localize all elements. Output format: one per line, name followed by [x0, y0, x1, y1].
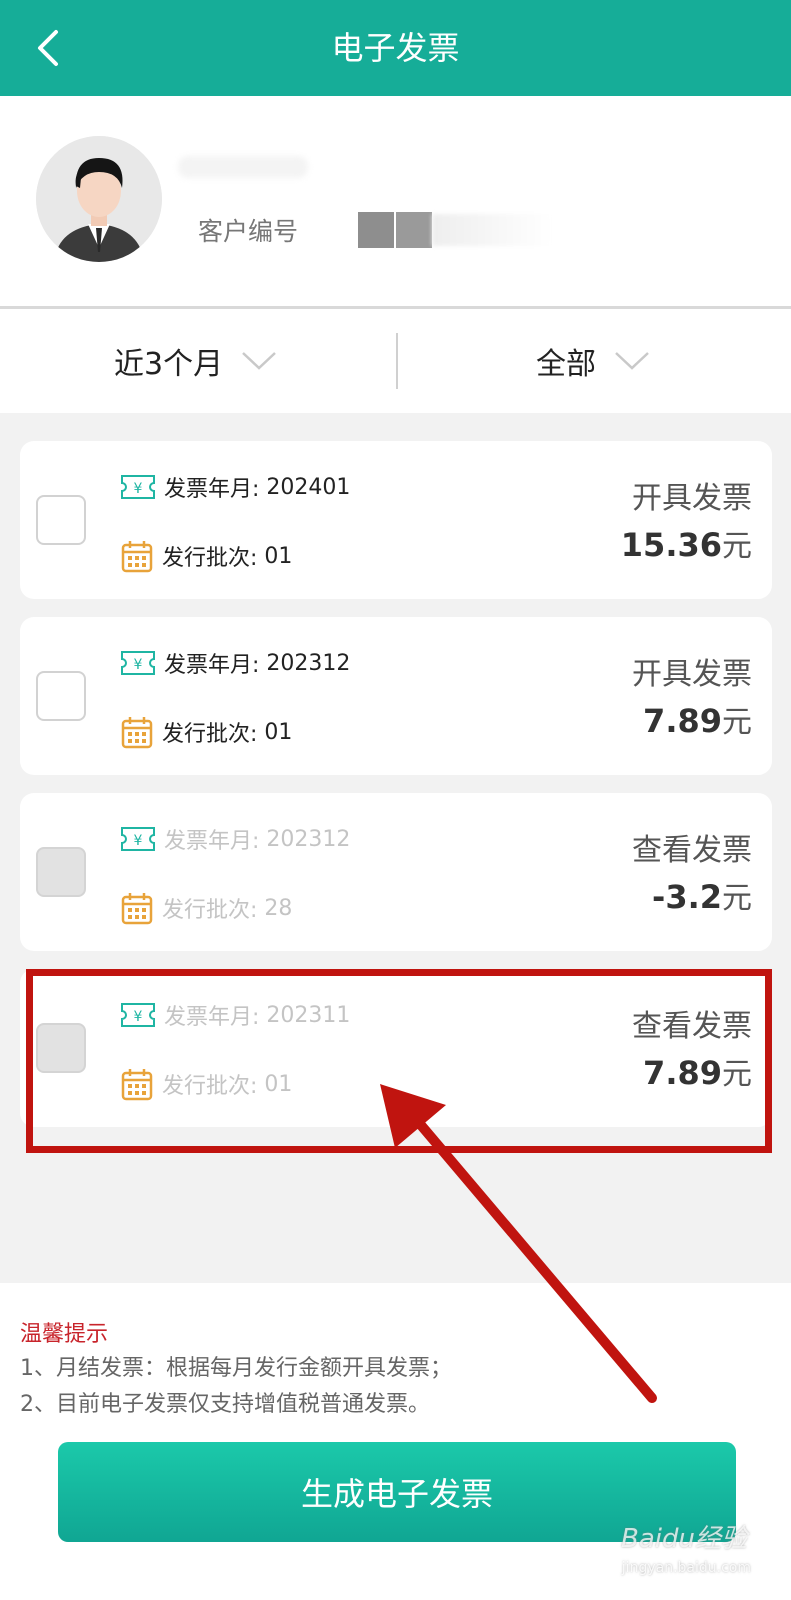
invoice-month-label: 发票年月: [164, 829, 260, 854]
top-bar: 电子发票 [0, 0, 791, 96]
amount-unit: 元 [722, 705, 752, 740]
period-filter[interactable]: 近3个月 [114, 309, 277, 413]
batch-value: 01 [264, 543, 293, 569]
invoice-amount: 7.89元 [643, 697, 752, 741]
status-filter-label: 全部 [536, 347, 596, 382]
invoice-card[interactable]: ¥ 发票年月: 202401 发行批次: 01 开具发票 15.36元 [20, 441, 772, 599]
page-title: 电子发票 [331, 29, 460, 67]
tip-line: 2、目前电子发票仅支持增值税普通发票。 [20, 1392, 430, 1417]
profile-section: 客户编号 [0, 96, 791, 308]
batch-value: 01 [264, 719, 293, 745]
issue-invoice-link[interactable]: 开具发票 [632, 649, 752, 693]
watermark-url: jingyan.baidu.com [621, 1560, 751, 1576]
highlight-box [26, 969, 772, 1153]
invoice-month-value: 202312 [266, 650, 351, 676]
batch-row: 发行批次: 01 [120, 539, 292, 573]
amount-unit: 元 [722, 529, 752, 564]
avatar [36, 136, 162, 262]
batch-label: 发行批次: [162, 546, 258, 571]
invoice-amount: 15.36元 [621, 521, 752, 565]
invoice-month-value: 202312 [266, 826, 351, 852]
customer-number-mosaic [358, 212, 432, 248]
calendar-icon [121, 541, 153, 573]
invoice-amount: -3.2元 [652, 873, 752, 917]
customer-number-label: 客户编号 [198, 217, 299, 246]
amount-value: -3.2 [652, 878, 722, 916]
batch-row: 发行批次: 01 [120, 715, 292, 749]
batch-row: 发行批次: 28 [120, 891, 292, 925]
invoice-month-row: ¥ 发票年月: 202312 [120, 647, 350, 679]
invoice-card[interactable]: ¥ 发票年月: 202312 发行批次: 28 查看发票 -3.2元 [20, 793, 772, 951]
invoice-card[interactable]: ¥ 发票年月: 202312 发行批次: 01 开具发票 7.89元 [20, 617, 772, 775]
amount-value: 7.89 [643, 702, 722, 740]
invoice-month-label: 发票年月: [164, 477, 260, 502]
issue-invoice-link[interactable]: 开具发票 [632, 473, 752, 517]
status-filter[interactable]: 全部 [536, 309, 650, 413]
invoice-month-row: ¥ 发票年月: 202401 [120, 471, 350, 503]
svg-text:¥: ¥ [134, 481, 143, 497]
watermark-logo: Baidu经验 [621, 1524, 747, 1554]
view-invoice-link[interactable]: 查看发票 [632, 825, 752, 869]
period-filter-label: 近3个月 [114, 347, 224, 382]
svg-text:¥: ¥ [134, 657, 143, 673]
invoice-checkbox[interactable] [36, 495, 86, 545]
invoice-month-row: ¥ 发票年月: 202312 [120, 823, 350, 855]
invoice-checkbox-disabled [36, 847, 86, 897]
customer-number-redacted [432, 214, 552, 246]
chevron-down-icon [242, 352, 276, 370]
ticket-yuan-icon: ¥ [121, 827, 155, 851]
batch-label: 发行批次: [162, 898, 258, 923]
filter-separator [396, 333, 398, 389]
tips-title: 温馨提示 [20, 1322, 109, 1347]
invoice-month-value: 202401 [266, 474, 351, 500]
tip-line: 1、月结发票：根据每月发行金额开具发票； [20, 1356, 452, 1381]
customer-name-redacted [178, 156, 308, 178]
batch-value: 28 [264, 895, 293, 921]
filter-bar: 近3个月 全部 [0, 309, 791, 413]
calendar-icon [121, 717, 153, 749]
amount-unit: 元 [722, 881, 752, 916]
svg-text:¥: ¥ [134, 833, 143, 849]
invoice-month-label: 发票年月: [164, 653, 260, 678]
batch-label: 发行批次: [162, 722, 258, 747]
calendar-icon [121, 893, 153, 925]
ticket-yuan-icon: ¥ [121, 475, 155, 499]
chevron-down-icon [615, 352, 649, 370]
invoice-checkbox[interactable] [36, 671, 86, 721]
ticket-yuan-icon: ¥ [121, 651, 155, 675]
amount-value: 15.36 [620, 526, 722, 564]
